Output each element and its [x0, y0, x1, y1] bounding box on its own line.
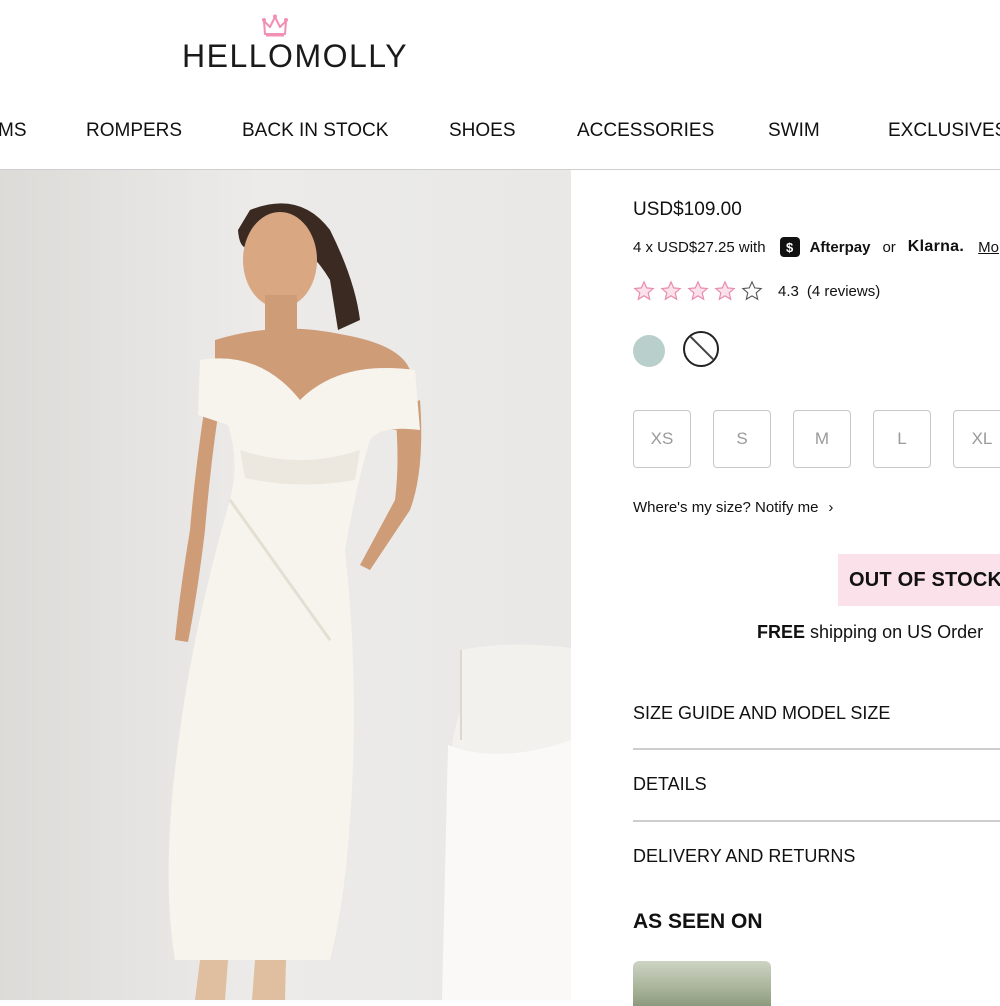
brand-name: HELLOMOLLY	[182, 38, 409, 74]
size-option-l[interactable]: L	[873, 410, 931, 468]
brand-logo[interactable]: HELLOMOLLY	[182, 14, 407, 74]
rating-value: 4.3	[778, 282, 799, 300]
nav-item-rompers-partial[interactable]: MS	[0, 120, 27, 142]
star-empty-icon	[741, 280, 763, 301]
product-rating[interactable]: 4.3 (4 reviews)	[633, 280, 880, 302]
review-count[interactable]: (4 reviews)	[807, 283, 880, 300]
as-seen-on-heading: AS SEEN ON	[633, 910, 763, 933]
nav-item-exclusives[interactable]: EXCLUSIVES	[888, 120, 1000, 142]
main-nav: MS ROMPERS BACK IN STOCK SHOES ACCESSORI…	[0, 110, 1000, 154]
size-option-xl[interactable]: XL	[953, 410, 1000, 468]
accordion-divider	[633, 820, 1000, 822]
notify-me-text: Where's my size? Notify me	[633, 499, 819, 516]
nav-item-swim[interactable]: SWIM	[768, 120, 820, 142]
chevron-right-icon: ›	[828, 499, 834, 516]
klarna-label[interactable]: Klarna.	[908, 238, 964, 256]
product-price: USD$109.00	[633, 199, 742, 220]
swatch-mint[interactable]	[633, 335, 665, 367]
product-photo	[168, 203, 571, 1000]
out-of-stock-label: OUT OF STOCK	[849, 568, 1000, 591]
star-filled-icon	[714, 280, 736, 301]
size-option-s[interactable]: S	[713, 410, 771, 468]
star-filled-icon	[660, 280, 682, 301]
accordion-delivery-returns[interactable]: DELIVERY AND RETURNS	[633, 846, 1000, 867]
star-filled-icon	[633, 280, 655, 301]
nav-item-shoes[interactable]: SHOES	[449, 120, 516, 142]
shipping-info: FREE shipping on US Order	[757, 622, 983, 643]
installments-info: 4 x USD$27.25 with $ Afterpay or Klarna.…	[633, 237, 999, 257]
accordion-details[interactable]: DETAILS	[633, 774, 1000, 795]
notify-me-link[interactable]: Where's my size? Notify me ›	[633, 499, 833, 516]
pedestal-decor	[442, 644, 571, 1000]
size-option-xs[interactable]: XS	[633, 410, 691, 468]
nav-item-accessories[interactable]: ACCESSORIES	[577, 120, 714, 142]
nav-item-rompers[interactable]: ROMPERS	[86, 120, 182, 142]
or-text: or	[882, 238, 896, 256]
afterpay-label[interactable]: Afterpay	[810, 239, 871, 256]
afterpay-icon: $	[779, 237, 800, 257]
nav-item-back-in-stock[interactable]: BACK IN STOCK	[242, 120, 388, 142]
shipping-free: FREE	[757, 622, 806, 642]
installments-text: 4 x USD$27.25 with	[633, 238, 766, 256]
out-of-stock-button[interactable]: OUT OF STOCK	[838, 554, 1000, 606]
crown-icon	[262, 14, 288, 37]
swatch-white-selected[interactable]	[683, 331, 719, 367]
shipping-text: shipping on US Order	[805, 622, 984, 642]
more-info-link[interactable]: Mo	[978, 239, 999, 256]
star-filled-icon	[687, 280, 709, 301]
product-image[interactable]	[0, 170, 571, 1000]
accordion-divider	[633, 748, 1000, 750]
accordion-size-guide[interactable]: SIZE GUIDE AND MODEL SIZE	[633, 703, 1000, 724]
as-seen-on-thumbnail[interactable]	[633, 961, 771, 1006]
color-swatches	[633, 331, 719, 367]
size-option-m[interactable]: M	[793, 410, 851, 468]
